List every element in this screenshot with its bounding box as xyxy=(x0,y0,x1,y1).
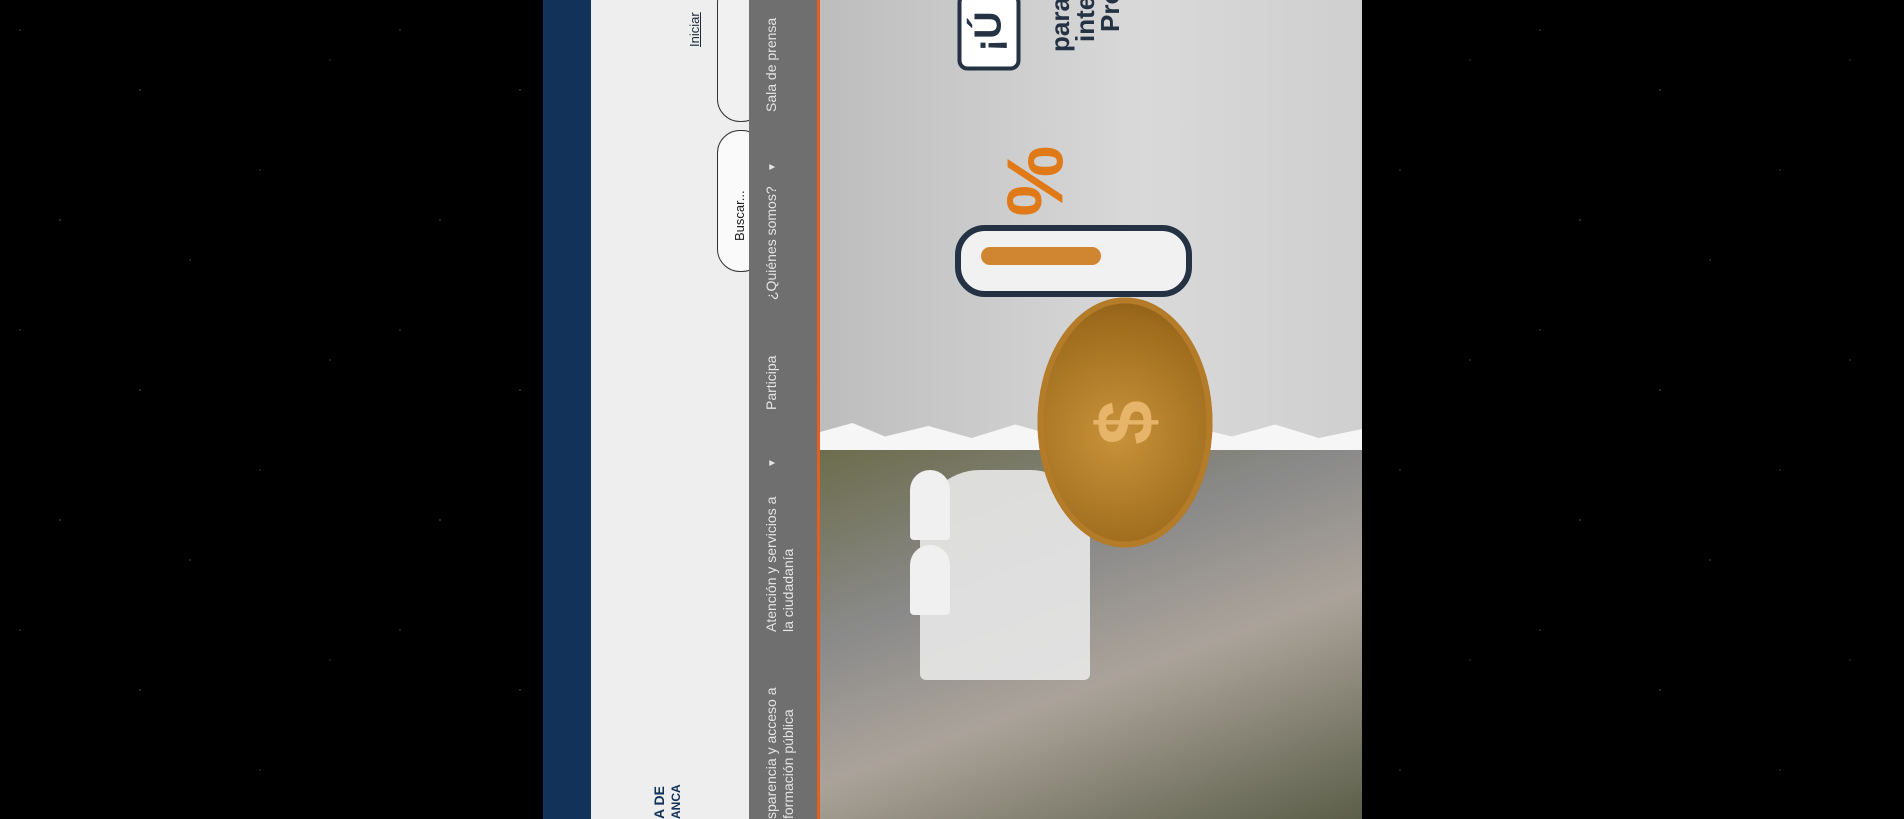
thermometer-icon xyxy=(955,225,1192,297)
hero-banner[interactable]: % $ ¡Ú para inte Pro xyxy=(820,0,1362,819)
main-navigation: Sala de prensa ¿Quiénes somos? ▼ Partici… xyxy=(749,0,817,819)
percent-icon: % xyxy=(990,145,1080,217)
site-header: Iniciar Buscar... A DE ANCA xyxy=(591,0,765,819)
chevron-down-icon: ▼ xyxy=(767,458,778,468)
nav-item-sala-de-prensa[interactable]: Sala de prensa xyxy=(763,18,779,112)
nav-item-transparencia[interactable]: sparencia y acceso a formación pública xyxy=(763,669,797,819)
chevron-down-icon: ▼ xyxy=(767,162,778,172)
site-logo[interactable]: A DE xyxy=(651,786,667,819)
church-tower xyxy=(910,545,950,615)
top-brand-bar xyxy=(543,0,591,819)
login-link[interactable]: Iniciar xyxy=(687,12,702,47)
nav-item-atencion[interactable]: Atención y servicios a la ciudadanía xyxy=(763,482,797,632)
nav-item-participa[interactable]: Participa xyxy=(763,356,779,410)
logo-line-1: A DE xyxy=(651,786,667,819)
thermometer-fill xyxy=(981,247,1101,265)
rotated-browser-window: Iniciar Buscar... A DE ANCA Sala de pren… xyxy=(543,0,1362,819)
nav-item-quienes-somos[interactable]: ¿Quiénes somos? xyxy=(763,186,779,300)
hero-headline-line-3: Pro xyxy=(1095,0,1125,32)
coin-icon: $ xyxy=(1037,297,1213,548)
church-tower xyxy=(910,470,950,540)
hero-badge: ¡Ú xyxy=(957,0,1021,71)
search-placeholder: Buscar... xyxy=(732,190,747,241)
site-logo-line-2: ANCA xyxy=(669,784,683,819)
